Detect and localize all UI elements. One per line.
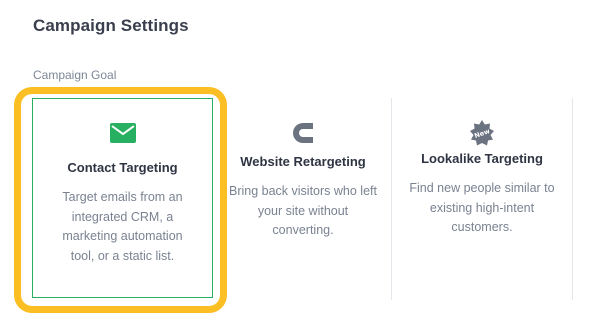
option-name: Website Retargeting	[240, 154, 366, 169]
option-description: Bring back visitors who left your site w…	[229, 184, 377, 237]
page-title: Campaign Settings	[33, 16, 189, 35]
option-website-retargeting[interactable]: Website Retargeting Bring back visitors …	[220, 98, 386, 298]
option-name: Lookalike Targeting	[421, 151, 543, 166]
option-contact-targeting[interactable]: Contact Targeting Target emails from an …	[32, 98, 213, 298]
option-divider	[572, 98, 573, 300]
option-name: Contact Targeting	[67, 160, 178, 175]
option-description: Target emails from an integrated CRM, a …	[62, 190, 183, 263]
new-badge-icon: New	[470, 120, 494, 146]
option-divider	[391, 98, 392, 300]
campaign-goal-label: Campaign Goal	[33, 68, 117, 82]
option-lookalike-targeting[interactable]: New Lookalike Targeting Find new people …	[397, 98, 567, 298]
option-description: Find new people similar to existing high…	[409, 181, 555, 234]
envelope-icon	[109, 123, 136, 143]
magnet-icon	[293, 123, 313, 143]
